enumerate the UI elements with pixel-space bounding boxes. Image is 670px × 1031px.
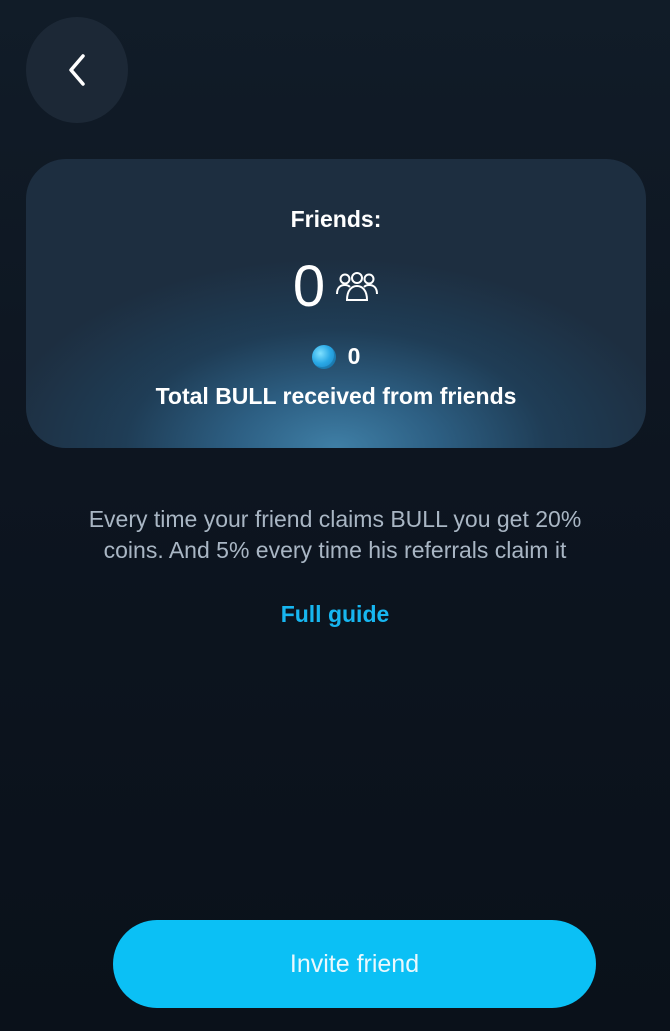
friends-label: Friends:: [290, 206, 382, 232]
bull-received-caption: Total BULL received from friends: [155, 383, 517, 409]
referral-info-line-2: coins. And 5% every time his referrals c…: [103, 537, 567, 563]
referral-info-text: Every time your friend claims BULL you g…: [30, 504, 640, 566]
full-guide-link[interactable]: Full guide: [0, 601, 670, 628]
bull-amount: 0: [347, 343, 361, 369]
invite-friend-button[interactable]: Invite friend: [113, 920, 596, 1008]
friends-count-row: 0: [26, 253, 646, 321]
chevron-left-icon: [69, 54, 85, 86]
group-icon: [336, 272, 379, 301]
bull-received-row: 0: [26, 343, 646, 370]
coin-icon: [311, 344, 336, 369]
friends-stats-card: Friends: 0 0 Total BULL received from fr…: [26, 159, 646, 448]
friends-count: 0: [292, 254, 326, 319]
referral-info-line-1: Every time your friend claims BULL you g…: [88, 506, 582, 532]
back-button[interactable]: [26, 17, 128, 123]
